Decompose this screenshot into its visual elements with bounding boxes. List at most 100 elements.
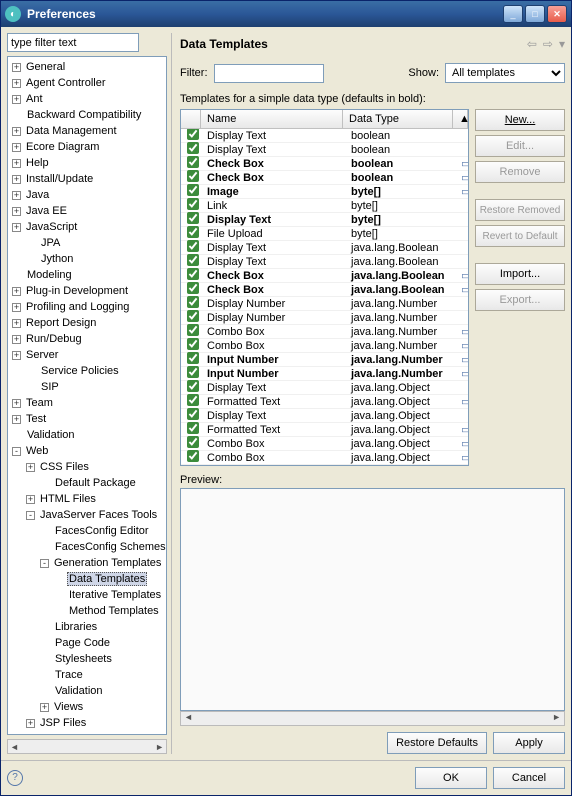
restore-defaults-button[interactable]: Restore Defaults [387, 732, 487, 754]
edit-button[interactable]: Edit... [475, 135, 565, 157]
tree-toggle-icon[interactable]: + [26, 463, 35, 472]
new-button[interactable]: New... [475, 109, 565, 131]
tree-hscroll[interactable]: ◄► [7, 739, 167, 754]
tree-item[interactable]: Page Code [8, 635, 166, 651]
show-dropdown[interactable]: All templates [445, 63, 565, 83]
row-checkbox[interactable] [187, 226, 199, 238]
tree-item[interactable]: +Ant [8, 91, 166, 107]
row-checkbox[interactable] [187, 380, 199, 392]
template-filter-input[interactable] [214, 64, 324, 83]
row-checkbox[interactable] [187, 156, 199, 168]
row-checkbox[interactable] [187, 338, 199, 350]
preferences-tree[interactable]: +General+Agent Controller+AntBackward Co… [7, 56, 167, 735]
menu-icon[interactable]: ▾ [559, 37, 565, 51]
row-checkbox[interactable] [187, 142, 199, 154]
tree-item[interactable]: Libraries [8, 619, 166, 635]
tree-toggle-icon[interactable]: - [12, 447, 21, 456]
table-row[interactable]: Check Boxboolean▭ [181, 171, 468, 185]
row-checkbox[interactable] [187, 310, 199, 322]
close-button[interactable]: ✕ [547, 5, 567, 23]
tree-toggle-icon[interactable]: + [12, 95, 21, 104]
table-row[interactable]: Input Numberjava.lang.Number▭ [181, 367, 468, 381]
tree-item[interactable]: Iterative Templates [8, 587, 166, 603]
forward-icon[interactable]: ⇨ [543, 37, 553, 51]
tree-toggle-icon[interactable]: + [40, 703, 49, 712]
row-checkbox[interactable] [187, 450, 199, 462]
tree-toggle-icon[interactable]: + [12, 223, 21, 232]
tree-item[interactable]: +Ecore Diagram [8, 139, 166, 155]
revert-button[interactable]: Revert to Default [475, 225, 565, 247]
tree-item[interactable]: +Views [8, 699, 166, 715]
table-row[interactable]: Display Textboolean [181, 143, 468, 157]
tree-item[interactable]: +Install/Update [8, 171, 166, 187]
row-checkbox[interactable] [187, 366, 199, 378]
tree-item[interactable]: +Team [8, 395, 166, 411]
tree-toggle-icon[interactable]: + [12, 335, 21, 344]
table-row[interactable]: Check Boxjava.lang.Boolean▭ [181, 269, 468, 283]
table-row[interactable]: Check Boxboolean▭ [181, 157, 468, 171]
tree-item[interactable]: Backward Compatibility [8, 107, 166, 123]
tree-item[interactable]: +JavaScript [8, 219, 166, 235]
maximize-button[interactable]: □ [525, 5, 545, 23]
tree-item[interactable]: Validation [8, 683, 166, 699]
tree-item[interactable]: +Plug-in Development [8, 283, 166, 299]
row-checkbox[interactable] [187, 324, 199, 336]
import-button[interactable]: Import... [475, 263, 565, 285]
tree-item[interactable]: +General [8, 59, 166, 75]
row-checkbox[interactable] [187, 240, 199, 252]
row-checkbox[interactable] [187, 268, 199, 280]
tree-item[interactable]: FacesConfig Schemes [8, 539, 166, 555]
restore-removed-button[interactable]: Restore Removed [475, 199, 565, 221]
tree-item[interactable]: +HTML Files [8, 491, 166, 507]
tree-toggle-icon[interactable]: + [12, 399, 21, 408]
remove-button[interactable]: Remove [475, 161, 565, 183]
row-checkbox[interactable] [187, 296, 199, 308]
tree-item[interactable]: +Java EE [8, 203, 166, 219]
row-checkbox[interactable] [187, 436, 199, 448]
tree-item[interactable]: FacesConfig Editor [8, 523, 166, 539]
tree-item[interactable]: Default Package [8, 475, 166, 491]
tree-toggle-icon[interactable]: + [12, 207, 21, 216]
table-row[interactable]: Input Numberjava.lang.Number▭ [181, 353, 468, 367]
tree-toggle-icon[interactable]: + [12, 143, 21, 152]
tree-item[interactable]: +JSP Files [8, 715, 166, 731]
row-checkbox[interactable] [187, 352, 199, 364]
row-checkbox[interactable] [187, 184, 199, 196]
row-checkbox[interactable] [187, 422, 199, 434]
tree-toggle-icon[interactable]: + [26, 719, 35, 728]
table-row[interactable]: Combo Boxjava.lang.Object▭ [181, 437, 468, 451]
tree-toggle-icon[interactable]: - [26, 511, 35, 520]
table-row[interactable]: Combo Boxjava.lang.Number▭ [181, 325, 468, 339]
ok-button[interactable]: OK [415, 767, 487, 789]
table-row[interactable]: Display Numberjava.lang.Number [181, 297, 468, 311]
tree-filter-input[interactable] [7, 33, 139, 52]
tree-item[interactable]: +Agent Controller [8, 75, 166, 91]
tree-item[interactable]: +Run/Debug [8, 331, 166, 347]
row-checkbox[interactable] [187, 212, 199, 224]
tree-toggle-icon[interactable]: + [12, 175, 21, 184]
row-checkbox[interactable] [187, 170, 199, 182]
minimize-button[interactable]: _ [503, 5, 523, 23]
row-checkbox[interactable] [187, 282, 199, 294]
tree-item[interactable]: SIP [8, 379, 166, 395]
row-checkbox[interactable] [187, 394, 199, 406]
tree-toggle-icon[interactable]: + [12, 159, 21, 168]
tree-toggle-icon[interactable]: + [26, 495, 35, 504]
tree-item[interactable]: +Java [8, 187, 166, 203]
tree-toggle-icon[interactable]: + [12, 319, 21, 328]
table-row[interactable]: Formatted Textjava.lang.Object▭ [181, 395, 468, 409]
table-row[interactable]: Display Textjava.lang.Object [181, 381, 468, 395]
back-icon[interactable]: ⇦ [527, 37, 537, 51]
tree-item[interactable]: Jython [8, 251, 166, 267]
tree-item[interactable]: Stylesheets [8, 651, 166, 667]
tree-item[interactable]: Service Policies [8, 363, 166, 379]
table-row[interactable]: Display Numberjava.lang.Number [181, 311, 468, 325]
tree-toggle-icon[interactable]: + [12, 127, 21, 136]
tree-item[interactable]: +Server [8, 347, 166, 363]
tree-toggle-icon[interactable]: + [12, 287, 21, 296]
table-row[interactable]: Display Textjava.lang.Object [181, 409, 468, 423]
preview-hscroll[interactable]: ◄► [180, 711, 565, 726]
tree-item[interactable]: Validation [8, 427, 166, 443]
table-row[interactable]: File Uploadbyte[] [181, 227, 468, 241]
tree-toggle-icon[interactable]: + [12, 63, 21, 72]
